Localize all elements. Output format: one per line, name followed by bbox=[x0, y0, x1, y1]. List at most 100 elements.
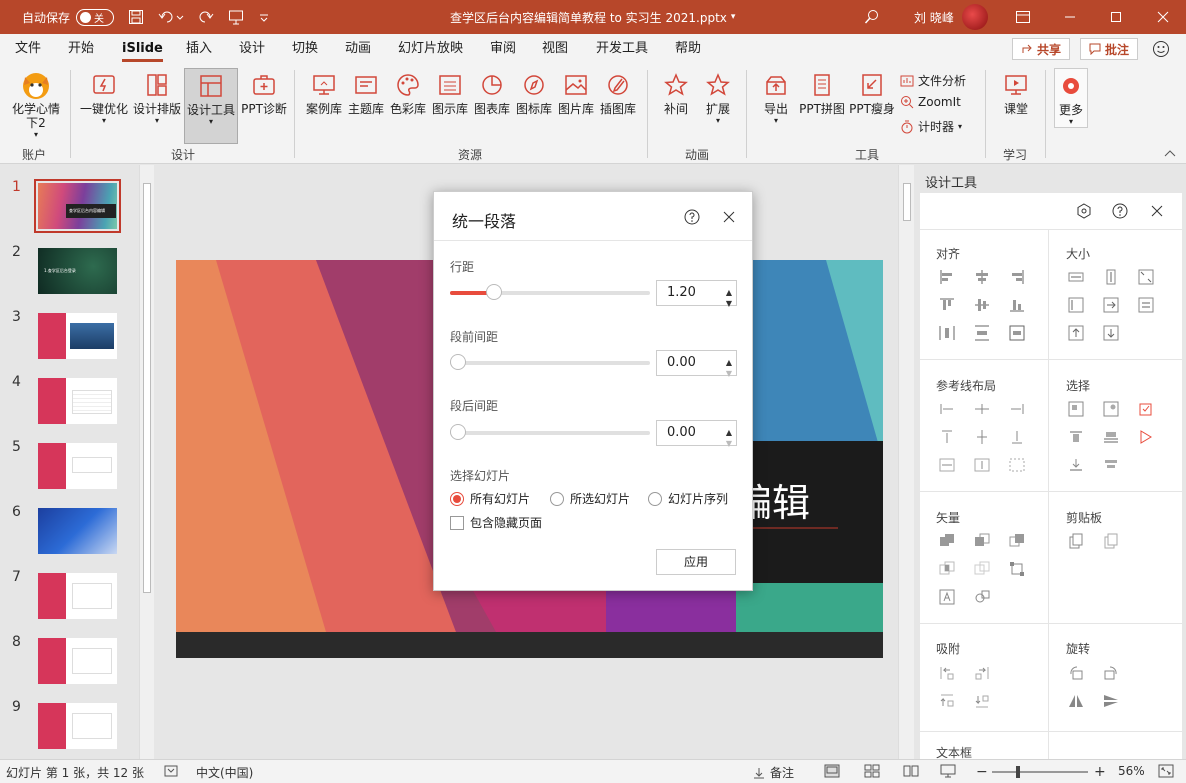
rotate-left-icon[interactable] bbox=[1067, 664, 1085, 682]
rotate-right-icon[interactable] bbox=[1102, 664, 1120, 682]
distribute-horizontal-icon[interactable] bbox=[938, 324, 956, 342]
close-icon[interactable] bbox=[723, 211, 735, 223]
settings-hexagon-icon[interactable] bbox=[1076, 203, 1092, 219]
line-spacing-input[interactable]: 1.20 ▲ ▼ bbox=[656, 280, 737, 308]
autosave-toggle[interactable]: 关 bbox=[76, 8, 115, 26]
maximize-button[interactable] bbox=[1110, 0, 1122, 34]
select-bottom-icon[interactable] bbox=[1067, 456, 1085, 474]
flip-horizontal-icon[interactable] bbox=[1067, 692, 1085, 710]
ppt-collage-button[interactable]: PPT拼图 bbox=[798, 68, 846, 116]
text-to-shape-icon[interactable] bbox=[938, 588, 956, 606]
help-icon[interactable] bbox=[684, 209, 700, 225]
align-middle-icon[interactable] bbox=[973, 296, 991, 314]
scroll-thumb[interactable] bbox=[903, 183, 911, 221]
tab-review[interactable]: 审阅 bbox=[490, 34, 516, 64]
align-left-icon[interactable] bbox=[938, 268, 956, 286]
slider-knob[interactable] bbox=[450, 354, 466, 370]
tab-help[interactable]: 帮助 bbox=[675, 34, 701, 64]
select-same-icon[interactable] bbox=[1102, 400, 1120, 418]
scroll-thumb[interactable] bbox=[143, 183, 151, 593]
guide-middle-icon[interactable] bbox=[973, 428, 991, 446]
customize-qat-icon[interactable] bbox=[258, 9, 270, 25]
normal-view-icon[interactable] bbox=[824, 764, 840, 778]
sorter-view-icon[interactable] bbox=[864, 764, 880, 778]
tab-islide[interactable]: iSlide bbox=[122, 34, 163, 64]
line-spacing-slider[interactable] bbox=[450, 284, 650, 300]
same-height-icon[interactable] bbox=[1102, 268, 1120, 286]
classroom-button[interactable]: 课堂 bbox=[996, 68, 1036, 116]
document-title[interactable]: 查学区后台内容编辑简单教程 to 实习生 2021.pptx ▾ bbox=[450, 0, 735, 34]
radio-selected-slides[interactable]: 所选幻灯片 bbox=[550, 490, 630, 507]
theme-library-button[interactable]: 主题库 bbox=[346, 68, 386, 116]
slide-thumbnail-4[interactable] bbox=[38, 378, 117, 424]
tab-insert[interactable]: 插入 bbox=[186, 34, 212, 64]
tab-home[interactable]: 开始 bbox=[68, 34, 94, 64]
notes-button[interactable]: 备注 bbox=[752, 764, 794, 781]
select-check-icon[interactable] bbox=[1137, 400, 1155, 418]
spin-down-icon[interactable]: ▼ bbox=[726, 292, 732, 316]
tab-animations[interactable]: 动画 bbox=[345, 34, 371, 64]
share-button[interactable]: 共享 bbox=[1012, 38, 1070, 60]
select-layer-icon[interactable] bbox=[1102, 428, 1120, 446]
guide-left-icon[interactable] bbox=[938, 400, 956, 418]
flip-vertical-icon[interactable] bbox=[1102, 692, 1120, 710]
undo-icon[interactable] bbox=[158, 9, 184, 25]
edit-points-icon[interactable] bbox=[1008, 560, 1026, 578]
guide-center-icon[interactable] bbox=[973, 400, 991, 418]
snap-bottom-icon[interactable] bbox=[973, 692, 991, 710]
account-button[interactable]: 化学心情下2 ▾ bbox=[8, 68, 64, 139]
space-after-input[interactable]: 0.00 ▲ ▼ bbox=[656, 420, 737, 448]
comment-button[interactable]: 批注 bbox=[1080, 38, 1138, 60]
pointer-icon[interactable] bbox=[1137, 428, 1155, 446]
canvas-scrollbar[interactable] bbox=[898, 165, 914, 759]
zoom-out-button[interactable]: − bbox=[976, 764, 988, 780]
help-icon[interactable] bbox=[1112, 203, 1128, 219]
extend-top-icon[interactable] bbox=[1067, 324, 1085, 342]
design-tools-button[interactable]: 设计工具 ▾ bbox=[184, 68, 238, 144]
distribute-vertical-icon[interactable] bbox=[973, 324, 991, 342]
paste-icon[interactable] bbox=[1102, 532, 1120, 550]
guide-top-icon[interactable] bbox=[938, 428, 956, 446]
minimize-button[interactable] bbox=[1064, 0, 1076, 34]
radio-slide-sequence[interactable]: 幻灯片序列 bbox=[648, 490, 728, 507]
spin-down-icon[interactable]: ▼ bbox=[726, 362, 732, 386]
align-center-icon[interactable] bbox=[973, 268, 991, 286]
close-button[interactable] bbox=[1157, 0, 1169, 34]
radio-all-slides[interactable]: 所有幻灯片 bbox=[450, 490, 530, 507]
slide-thumbnail-3[interactable] bbox=[38, 313, 117, 359]
vector-subtract-icon[interactable] bbox=[973, 560, 991, 578]
reading-view-icon[interactable] bbox=[903, 764, 919, 778]
select-stack-icon[interactable] bbox=[1102, 456, 1120, 474]
extend-bottom-icon[interactable] bbox=[1102, 324, 1120, 342]
save-icon[interactable] bbox=[128, 9, 144, 25]
slider-knob[interactable] bbox=[450, 424, 466, 440]
file-analysis-button[interactable]: 文件分析 bbox=[900, 72, 966, 89]
guide-height-icon[interactable] bbox=[973, 456, 991, 474]
extend-left-icon[interactable] bbox=[1067, 296, 1085, 314]
image-library-button[interactable]: 图片库 bbox=[556, 68, 596, 116]
zoom-slider[interactable] bbox=[992, 766, 1088, 778]
slide-thumbnail-5[interactable] bbox=[38, 443, 117, 489]
one-click-optimize-button[interactable]: 一键优化 ▾ bbox=[80, 68, 128, 125]
smiley-icon[interactable] bbox=[1152, 40, 1170, 58]
space-before-slider[interactable] bbox=[450, 354, 650, 370]
slide-thumbnail-8[interactable] bbox=[38, 638, 117, 684]
illustration-library-button[interactable]: 插图库 bbox=[598, 68, 638, 116]
vector-copy-icon[interactable] bbox=[973, 588, 991, 606]
tab-slideshow[interactable]: 幻灯片放映 bbox=[398, 34, 463, 64]
vector-fragment-icon[interactable] bbox=[1008, 532, 1026, 550]
tab-developer[interactable]: 开发工具 bbox=[596, 34, 648, 64]
diagram-library-button[interactable]: 图示库 bbox=[430, 68, 470, 116]
space-after-slider[interactable] bbox=[450, 424, 650, 440]
ppt-slim-button[interactable]: PPT瘦身 bbox=[848, 68, 896, 116]
group-align-icon[interactable] bbox=[1008, 324, 1026, 342]
apply-button[interactable]: 应用 bbox=[656, 549, 736, 575]
tab-view[interactable]: 视图 bbox=[542, 34, 568, 64]
fit-to-window-icon[interactable] bbox=[1158, 764, 1174, 778]
zoomit-button[interactable]: ZoomIt bbox=[900, 95, 961, 109]
export-button[interactable]: 导出 ▾ bbox=[758, 68, 794, 125]
icon-library-button[interactable]: 图标库 bbox=[514, 68, 554, 116]
redo-icon[interactable] bbox=[198, 9, 214, 25]
more-button[interactable]: 更多 ▾ bbox=[1054, 68, 1088, 128]
swap-size-icon[interactable] bbox=[1137, 296, 1155, 314]
